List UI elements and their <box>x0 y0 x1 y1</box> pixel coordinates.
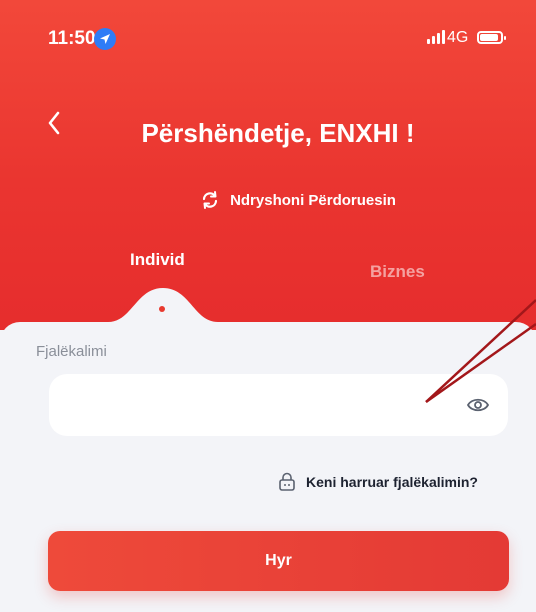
login-button[interactable]: Hyr <box>48 531 509 591</box>
network-type: 4G <box>447 29 469 46</box>
tab-individ[interactable]: Individ <box>130 250 185 270</box>
password-input[interactable] <box>49 374 508 436</box>
active-tab-indicator <box>159 306 165 312</box>
switch-user-label: Ndryshoni Përdoruesin <box>230 191 396 209</box>
status-time: 11:50 <box>48 28 96 49</box>
forgot-password-link[interactable]: Keni harruar fjalëkalimin? <box>278 472 478 492</box>
refresh-icon <box>202 191 218 209</box>
eye-icon[interactable] <box>466 396 490 414</box>
location-arrow-icon <box>94 28 116 50</box>
battery-icon <box>477 31 506 44</box>
signal-bars-icon <box>427 30 445 44</box>
greeting-title: Përshëndetje, ENXHI ! <box>141 118 415 148</box>
switch-user-button[interactable]: Ndryshoni Përdoruesin <box>0 190 536 214</box>
lock-icon <box>279 472 295 491</box>
status-bar: 11:50 4G <box>0 0 536 80</box>
password-label: Fjalëkalimi <box>36 343 107 360</box>
tab-biznes[interactable]: Biznes <box>370 262 425 282</box>
forgot-password-label: Keni harruar fjalëkalimin? <box>306 474 478 490</box>
